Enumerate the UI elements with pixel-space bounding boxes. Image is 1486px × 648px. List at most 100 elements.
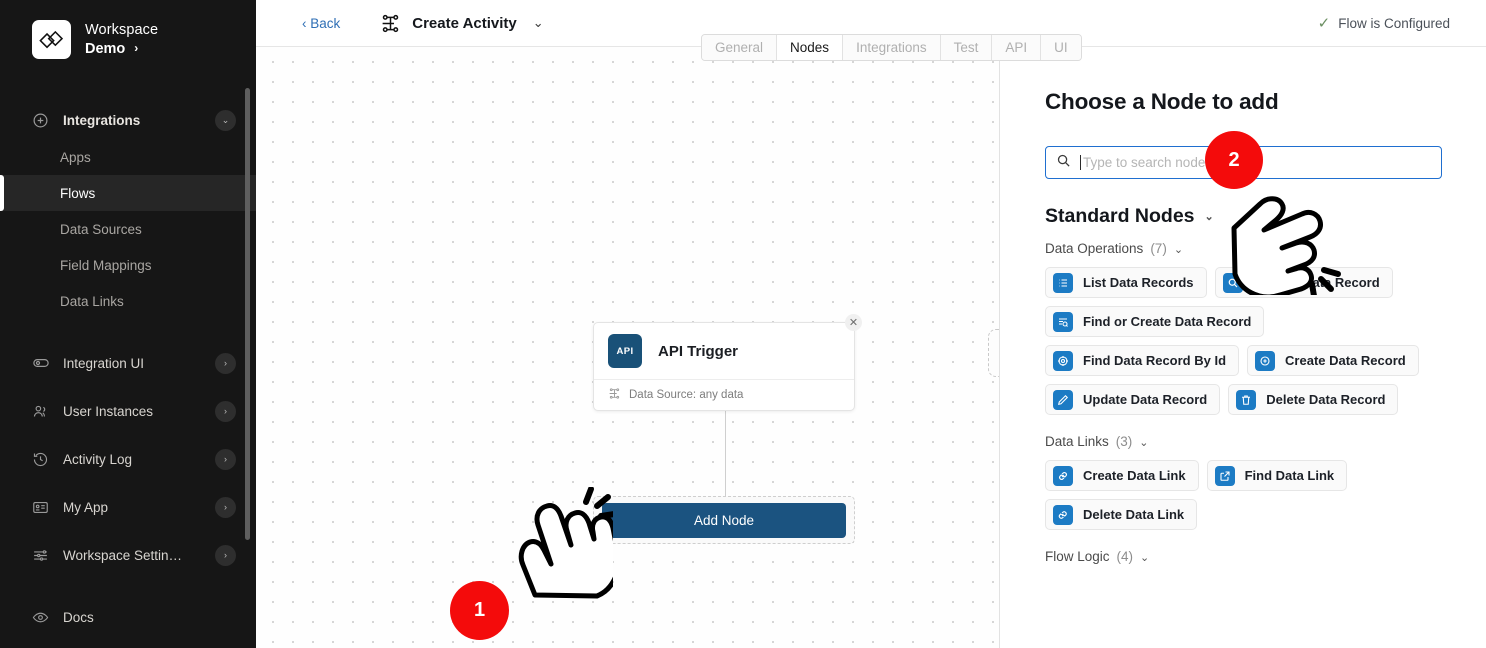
chevron-down-icon[interactable]: ⌄ — [533, 15, 544, 31]
sidebar-item-label: Data Links — [60, 293, 124, 309]
sidebar-item-my-app[interactable]: My App › — [0, 483, 256, 531]
sidebar: Workspace Demo › Integrations ⌄ Apps Flo… — [0, 0, 256, 648]
chip-label: Find Data Link — [1244, 468, 1335, 483]
node-title: API Trigger — [658, 342, 739, 360]
flow-canvas[interactable]: ✕ API API Trigger Data Source: any data — [256, 47, 1000, 648]
node-chip-delete-data-record[interactable]: Delete Data Record — [1228, 384, 1399, 415]
chip-group-data-operations: List Data Records Lookup Data Record Fin… — [1045, 267, 1442, 415]
workspace-name: Demo — [85, 40, 126, 57]
sidebar-item-integration-ui[interactable]: Integration UI › — [0, 339, 256, 387]
section-flow-logic[interactable]: Flow Logic (4) ⌄ — [1045, 549, 1442, 564]
sidebar-group-integrations[interactable]: Integrations ⌄ — [0, 101, 256, 139]
link-break-icon — [1053, 504, 1073, 525]
chevron-right-icon[interactable]: › — [215, 496, 236, 518]
chevron-down-icon: ⌄ — [1204, 211, 1214, 223]
chip-label: Delete Data Link — [1083, 507, 1185, 522]
search-icon — [1056, 153, 1071, 173]
sidebar-item-label: Flows — [60, 185, 96, 201]
plus-circle-icon — [32, 112, 54, 129]
sidebar-nav: Integrations ⌄ Apps Flows Data Sources F… — [0, 101, 256, 641]
toggle-icon — [32, 354, 54, 372]
sidebar-item-label: Integration UI — [63, 355, 145, 371]
sidebar-item-data-sources[interactable]: Data Sources — [0, 211, 256, 247]
chevron-right-icon[interactable]: › — [215, 544, 236, 566]
node-chip-find-data-record-by-id[interactable]: Find Data Record By Id — [1045, 345, 1240, 376]
external-link-icon — [1214, 465, 1235, 486]
section-data-operations[interactable]: Data Operations (7) ⌄ — [1045, 241, 1442, 256]
back-button[interactable]: ‹ Back — [302, 16, 340, 31]
target-icon — [1053, 350, 1073, 371]
callout-badge-1: 1 — [450, 581, 509, 640]
plus-circle-icon — [1255, 350, 1276, 371]
node-chip-delete-data-link[interactable]: Delete Data Link — [1045, 499, 1198, 530]
sidebar-item-apps[interactable]: Apps — [0, 139, 256, 175]
node-tree-icon — [608, 387, 621, 403]
chip-label: Find or Create Data Record — [1083, 314, 1252, 329]
chip-label: Lookup Data Record — [1252, 275, 1380, 290]
history-icon — [32, 451, 54, 468]
sidebar-item-field-mappings[interactable]: Field Mappings — [0, 247, 256, 283]
section-standard-nodes[interactable]: Standard Nodes ⌄ — [1045, 205, 1442, 228]
sidebar-item-label: Data Sources — [60, 221, 142, 237]
chip-label: Create Data Record — [1285, 353, 1406, 368]
tab-test[interactable]: Test — [940, 35, 993, 60]
status-badge: ✓ Flow is Configured — [1318, 14, 1450, 32]
section-data-links[interactable]: Data Links (3) ⌄ — [1045, 434, 1442, 449]
sidebar-scrollbar[interactable] — [245, 88, 250, 540]
section-count: (3) — [1115, 434, 1133, 449]
tab-nodes[interactable]: Nodes — [777, 35, 844, 60]
sidebar-item-flows[interactable]: Flows — [0, 175, 256, 211]
section-count: (7) — [1150, 241, 1167, 256]
node-chip-create-data-record[interactable]: Create Data Record — [1247, 345, 1419, 376]
section-label: Data Operations — [1045, 241, 1144, 256]
chevron-right-icon[interactable]: › — [215, 400, 236, 422]
main-area: ‹ Back Create Activity ⌄ ✓ Flow is Confi… — [256, 0, 1486, 648]
chip-group-data-links: Create Data Link Find Data Link Delete D… — [1045, 460, 1442, 530]
sidebar-item-workspace-settings[interactable]: Workspace Settin… › — [0, 531, 256, 579]
node-card-api-trigger[interactable]: ✕ API API Trigger Data Source: any data — [593, 314, 862, 411]
tab-bar: General Nodes Integrations Test API UI — [701, 34, 1082, 61]
sidebar-item-user-instances[interactable]: User Instances › — [0, 387, 256, 435]
close-icon[interactable]: ✕ — [845, 314, 862, 331]
add-node-button[interactable]: Add Node — [602, 502, 846, 538]
node-chip-create-data-link[interactable]: Create Data Link — [1045, 460, 1199, 491]
sidebar-item-docs[interactable]: Docs — [0, 593, 256, 641]
sidebar-item-activity-log[interactable]: Activity Log › — [0, 435, 256, 483]
add-node-slot: Add Node — [593, 496, 855, 544]
chevron-down-icon: ⌄ — [1139, 437, 1149, 449]
eye-icon — [32, 609, 54, 626]
section-label: Standard Nodes — [1045, 205, 1195, 227]
node-chip-lookup-data-record[interactable]: Lookup Data Record — [1214, 267, 1393, 298]
chevron-down-icon[interactable]: ⌄ — [215, 109, 236, 131]
sidebar-item-label: Apps — [60, 149, 91, 165]
id-card-icon — [32, 499, 54, 516]
workspace-label: Workspace — [85, 22, 159, 39]
chevron-down-icon: ⌄ — [1140, 552, 1150, 564]
tab-ui[interactable]: UI — [1041, 35, 1081, 60]
node-chip-find-or-create-data-record[interactable]: Find or Create Data Record — [1045, 306, 1265, 337]
tab-general[interactable]: General — [702, 35, 778, 60]
chevron-right-icon: › — [134, 41, 139, 56]
search-icon — [1222, 272, 1243, 293]
canvas-collapse-handle[interactable] — [988, 329, 999, 377]
chevron-right-icon[interactable]: › — [215, 352, 236, 374]
status-text: Flow is Configured — [1338, 15, 1450, 31]
section-label: Data Links — [1045, 434, 1109, 449]
node-chip-update-data-record[interactable]: Update Data Record — [1045, 384, 1221, 415]
trash-icon — [1236, 389, 1257, 410]
node-subtitle: Data Source: any data — [629, 389, 744, 401]
page-title: Create Activity — [412, 14, 517, 32]
text-cursor — [1080, 155, 1081, 170]
chip-label: Create Data Link — [1083, 468, 1186, 483]
tab-integrations[interactable]: Integrations — [843, 35, 941, 60]
tab-api[interactable]: API — [992, 35, 1042, 60]
sidebar-item-data-links[interactable]: Data Links — [0, 283, 256, 319]
find-create-icon — [1053, 311, 1073, 332]
sidebar-item-label: User Instances — [63, 403, 154, 419]
section-count: (4) — [1116, 549, 1134, 564]
node-chip-list-data-records[interactable]: List Data Records — [1045, 267, 1207, 298]
link-icon — [1053, 465, 1073, 486]
workspace-switcher[interactable]: Workspace Demo › — [0, 0, 256, 59]
node-chip-find-data-link[interactable]: Find Data Link — [1206, 460, 1348, 491]
chevron-right-icon[interactable]: › — [215, 448, 236, 470]
